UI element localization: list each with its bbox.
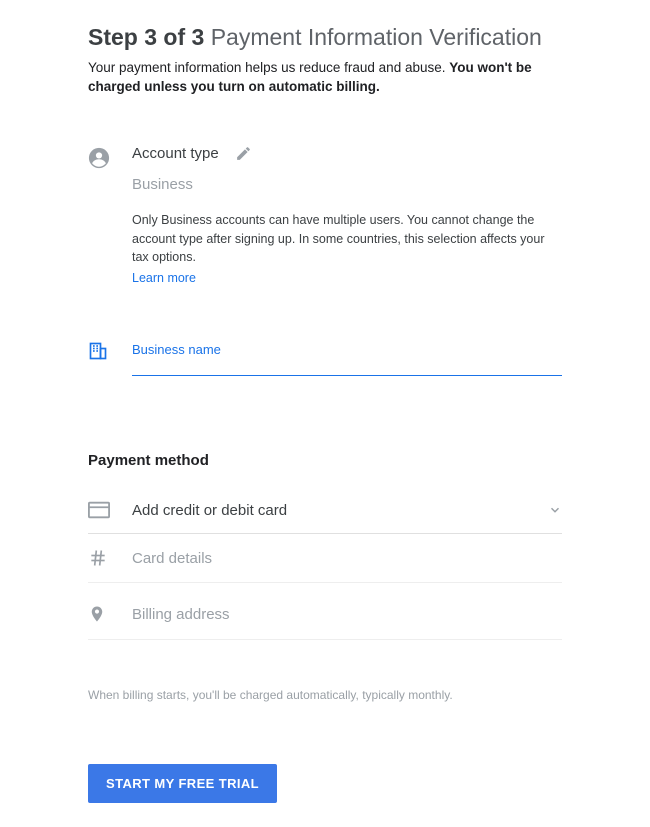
billing-address-row[interactable]: Billing address (88, 589, 562, 640)
start-trial-button[interactable]: START MY FREE TRIAL (88, 764, 277, 803)
title-rest: Payment Information Verification (204, 24, 542, 50)
building-icon (88, 339, 132, 361)
credit-card-icon (88, 501, 132, 519)
add-card-row[interactable]: Add credit or debit card (88, 487, 562, 534)
card-details-row[interactable]: Card details (88, 534, 562, 583)
card-details-placeholder: Card details (132, 550, 562, 567)
business-name-section: Business name (88, 339, 562, 376)
payment-method-heading: Payment method (88, 452, 562, 469)
page-subtitle: Your payment information helps us reduce… (88, 59, 562, 97)
account-type-description: Only Business accounts can have multiple… (132, 211, 562, 267)
chevron-down-icon (548, 503, 562, 517)
page-title: Step 3 of 3 Payment Information Verifica… (88, 24, 562, 51)
billing-footnote: When billing starts, you'll be charged a… (88, 688, 562, 702)
hash-icon (88, 548, 132, 568)
add-card-label: Add credit or debit card (132, 502, 548, 519)
learn-more-link[interactable]: Learn more (132, 271, 196, 285)
account-type-label: Account type (132, 145, 219, 162)
billing-address-placeholder: Billing address (132, 606, 562, 623)
business-name-input[interactable]: Business name (132, 339, 562, 376)
step-indicator: Step 3 of 3 (88, 24, 204, 50)
account-icon (88, 145, 132, 169)
sub-a: Your payment information helps us reduce… (88, 60, 449, 75)
location-icon (88, 603, 132, 625)
account-type-section: Account type Business Only Business acco… (88, 145, 562, 287)
account-type-value: Business (132, 176, 562, 193)
edit-icon[interactable] (235, 145, 252, 162)
business-name-label: Business name (132, 342, 221, 357)
